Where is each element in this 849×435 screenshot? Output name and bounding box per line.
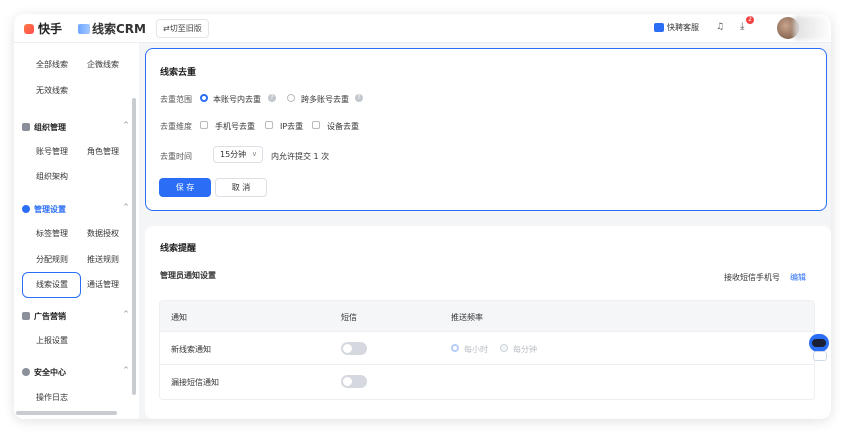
- chat-icon: [654, 23, 664, 32]
- users-icon: [22, 123, 30, 131]
- sidebar-group-security[interactable]: 安全中心: [22, 362, 66, 382]
- time-select[interactable]: 15分钟 ∨: [213, 146, 263, 163]
- column-sms: 短信: [341, 313, 357, 322]
- sidebar-item-push-rules[interactable]: 推送规则: [87, 250, 119, 270]
- dedup-time-label: 去重时间: [160, 152, 192, 161]
- sidebar-item-tags[interactable]: 标签管理: [36, 224, 68, 244]
- checkbox-phone[interactable]: [200, 121, 208, 129]
- checkbox-ip[interactable]: [265, 121, 273, 129]
- sidebar-item-accounts[interactable]: 账号管理: [36, 142, 68, 162]
- notification-badge: 2: [746, 16, 754, 24]
- kuaishou-logo-icon: [24, 23, 34, 34]
- dim-option-device[interactable]: 设备去重: [327, 121, 359, 132]
- sidebar-item-data-auth[interactable]: 数据授权: [87, 224, 119, 244]
- chevron-up-icon[interactable]: ^: [123, 121, 129, 129]
- edit-link[interactable]: 编辑: [790, 272, 806, 283]
- row-name: 漏接短信通知: [171, 378, 219, 387]
- dim-option-phone[interactable]: 手机号去重: [215, 121, 255, 132]
- top-bar: 快手 线索CRM ⇄切至旧版 快聘客服 ♫ ⤓ 2: [14, 14, 831, 43]
- sidebar-group-org[interactable]: 组织管理: [22, 117, 66, 137]
- freq-option-hourly[interactable]: 每小时: [464, 344, 488, 355]
- robot-body: [813, 351, 827, 361]
- save-button[interactable]: 保 存: [159, 178, 211, 197]
- dedup-title: 线索去重: [160, 68, 197, 78]
- switch-old-version-button[interactable]: ⇄切至旧版: [156, 19, 209, 38]
- ads-icon: [22, 312, 30, 320]
- freq-radio-hourly[interactable]: [451, 344, 459, 352]
- time-suffix: 内允许提交 1 次: [271, 152, 330, 161]
- time-select-value: 15分钟: [220, 150, 247, 159]
- freq-radio-minutely[interactable]: [500, 344, 508, 352]
- table-row: 新线索通知 每小时 每分钟: [160, 331, 814, 364]
- help-icon[interactable]: ?: [355, 94, 363, 102]
- checkbox-device[interactable]: [312, 121, 320, 129]
- group-label: 安全中心: [34, 367, 66, 377]
- robot-face: [812, 339, 826, 347]
- table-row: 漏接短信通知: [160, 364, 814, 397]
- user-name-blurred: [794, 16, 830, 40]
- crm-logo-icon: [78, 23, 90, 34]
- dedup-dimension-label: 去重维度: [160, 122, 192, 131]
- sms-toggle[interactable]: [341, 375, 367, 388]
- sidebar-scrollbar[interactable]: [132, 98, 136, 395]
- sidebar-horizontal-scrollbar[interactable]: [16, 411, 117, 415]
- sidebar-item-assign-rules[interactable]: 分配规则: [36, 250, 68, 270]
- crm-logo: 线索CRM: [78, 20, 146, 37]
- sidebar-item-call-management[interactable]: 通话管理: [87, 275, 119, 295]
- kuaishou-logo[interactable]: 快手: [24, 20, 62, 37]
- sidebar-item-operation-logs[interactable]: 操作日志: [36, 388, 68, 408]
- group-label: 管理设置: [34, 204, 66, 214]
- sidebar-group-manage[interactable]: 管理设置: [22, 199, 66, 219]
- bell-icon[interactable]: ♫: [716, 22, 724, 32]
- download-icon[interactable]: ⤓: [740, 21, 744, 32]
- shield-icon: [22, 368, 30, 376]
- row-name: 新线索通知: [171, 345, 211, 354]
- sms-toggle[interactable]: [341, 342, 367, 355]
- chevron-down-icon: ∨: [251, 150, 257, 158]
- sidebar-item-org-structure[interactable]: 组织架构: [36, 167, 68, 187]
- freq-option-minutely[interactable]: 每分钟: [513, 344, 537, 355]
- range-radio-account[interactable]: [200, 94, 208, 102]
- column-notify: 通知: [171, 313, 187, 322]
- help-icon[interactable]: ?: [268, 94, 276, 102]
- logo-text: 快手: [38, 22, 63, 36]
- chevron-up-icon[interactable]: ^: [123, 310, 129, 318]
- receive-phone-label: 接收短信手机号: [724, 273, 780, 282]
- sidebar-group-ads[interactable]: 广告营销: [22, 306, 66, 326]
- dedup-range-label: 去重范围: [160, 95, 192, 104]
- sidebar: 全部线索 企微线索 无效线索 组织管理 ^ 账号管理 角色管理 组织架构 管理设…: [14, 43, 139, 419]
- customer-service-button[interactable]: 快聘客服: [654, 22, 699, 33]
- service-label: 快聘客服: [667, 23, 699, 32]
- table-header: 通知 短信 推送频率: [160, 301, 814, 331]
- sidebar-item-lead-settings[interactable]: 线索设置: [36, 275, 68, 295]
- chevron-up-icon[interactable]: ^: [123, 366, 129, 374]
- range-radio-multi[interactable]: [287, 94, 295, 102]
- settings-icon: [22, 205, 30, 213]
- range-option-account[interactable]: 本账号内去重: [213, 94, 261, 105]
- column-push-frequency: 推送频率: [451, 313, 483, 322]
- sidebar-item-roles[interactable]: 角色管理: [87, 142, 119, 162]
- notify-table: 通知 短信 推送频率 新线索通知 每小时 每分钟 漏接短信通知: [159, 300, 815, 400]
- sidebar-item-report-settings[interactable]: 上报设置: [36, 331, 68, 351]
- group-label: 组织管理: [34, 122, 66, 132]
- assistant-robot-icon[interactable]: [807, 330, 831, 361]
- admin-notify-label: 管理员通知设置: [160, 271, 216, 280]
- sidebar-item-invalid-leads[interactable]: 无效线索: [36, 81, 68, 101]
- crm-text: 线索CRM: [92, 22, 146, 36]
- cancel-button[interactable]: 取 消: [215, 178, 267, 197]
- sidebar-item-wecom-leads[interactable]: 企微线索: [87, 55, 119, 75]
- group-label: 广告营销: [34, 311, 66, 321]
- range-option-multi[interactable]: 跨多账号去重: [301, 94, 349, 105]
- dim-option-ip[interactable]: IP去重: [280, 121, 303, 132]
- remind-title: 线索提醒: [160, 244, 197, 254]
- sidebar-item-all-leads[interactable]: 全部线索: [36, 55, 68, 75]
- chevron-up-icon[interactable]: ^: [123, 203, 129, 211]
- app-window: 快手 线索CRM ⇄切至旧版 快聘客服 ♫ ⤓ 2 全部线索 企微线索 无效线索…: [14, 14, 831, 419]
